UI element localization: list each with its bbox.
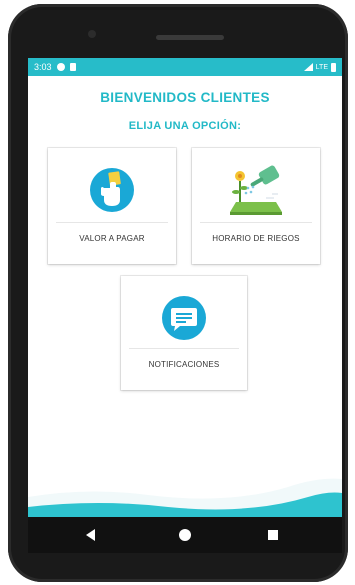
front-camera — [88, 30, 96, 38]
card-divider — [56, 222, 168, 223]
sim-icon — [69, 63, 76, 71]
page-title: BIENVENIDOS CLIENTES — [100, 90, 270, 105]
status-right: LTE — [303, 62, 336, 72]
hand-pay-icon — [88, 166, 136, 214]
option-label: VALOR A PAGAR — [79, 234, 145, 243]
card-divider — [129, 348, 239, 349]
status-bar: 3:03 LTE — [28, 58, 342, 76]
status-left: 3:03 — [34, 62, 76, 72]
option-label: HORARIO DE RIEGOS — [212, 234, 300, 243]
notification-icon — [56, 63, 65, 71]
status-time: 3:03 — [34, 62, 52, 72]
recent-apps-icon[interactable] — [268, 530, 278, 540]
system-nav-bar — [28, 517, 342, 553]
chat-message-icon — [160, 294, 208, 342]
option-card-valor-a-pagar[interactable]: VALOR A PAGAR — [48, 148, 176, 264]
watering-plant-icon — [226, 162, 286, 218]
card-divider — [200, 222, 312, 223]
bottom-wave-decoration — [28, 478, 342, 517]
option-label: NOTIFICACIONES — [148, 360, 220, 369]
app-screen: 3:03 LTE BIENVENIDOS CLIENTES ELIJA UNA … — [28, 58, 342, 517]
option-card-horario-de-riegos[interactable]: HORARIO DE RIEGOS — [192, 148, 320, 264]
signal-icon — [303, 63, 313, 71]
network-type: LTE — [315, 63, 328, 71]
page-subtitle: ELIJA UNA OPCIÓN: — [128, 120, 242, 132]
option-card-notificaciones[interactable]: NOTIFICACIONES — [121, 276, 247, 390]
battery-icon — [331, 62, 336, 72]
home-icon[interactable] — [179, 529, 191, 541]
back-icon[interactable] — [86, 529, 95, 541]
earpiece-speaker — [156, 35, 224, 40]
